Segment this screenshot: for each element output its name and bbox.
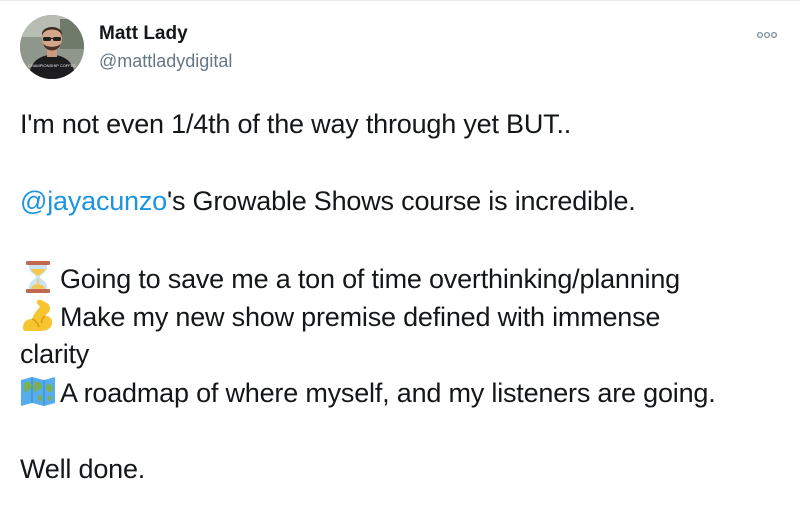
avatar-shirt-text: CHAMPIONSHIP COFFEE (28, 63, 76, 68)
flexed-biceps-icon (20, 297, 56, 333)
bullet-item: Going to save me a ton of time overthink… (20, 259, 790, 297)
bullet-text-continued: clarity (20, 339, 90, 369)
world-map-icon (20, 373, 56, 409)
tweet-line: I'm not even 1/4th of the way through ye… (20, 109, 572, 139)
tweet-line-rest: 's Growable Shows course is incredible. (167, 186, 636, 216)
bullet-text: Make my new show premise defined with im… (60, 302, 661, 332)
bullet-item: A roadmap of where myself, and my listen… (20, 373, 790, 411)
tweet-line: @jayacunzo's Growable Shows course is in… (20, 182, 790, 220)
author-name[interactable]: Matt Lady (99, 22, 188, 46)
mention-link[interactable]: @jayacunzo (20, 186, 167, 216)
hourglass-icon (20, 259, 56, 295)
bullet-text: A roadmap of where myself, and my listen… (60, 378, 716, 408)
more-dots-icon[interactable] (752, 25, 782, 45)
tweet-text: I'm not even 1/4th of the way through ye… (20, 105, 790, 488)
avatar[interactable]: CHAMPIONSHIP COFFEE (20, 15, 84, 79)
bullet-text: Going to save me a ton of time overthink… (60, 264, 680, 294)
author-handle[interactable]: @mattladydigital (99, 49, 232, 73)
bullet-item: Make my new show premise defined with im… (20, 297, 790, 335)
tweet-closing: Well done. (20, 454, 146, 484)
tweet-card: CHAMPIONSHIP COFFEE Matt Lady @mattladyd… (0, 0, 800, 516)
